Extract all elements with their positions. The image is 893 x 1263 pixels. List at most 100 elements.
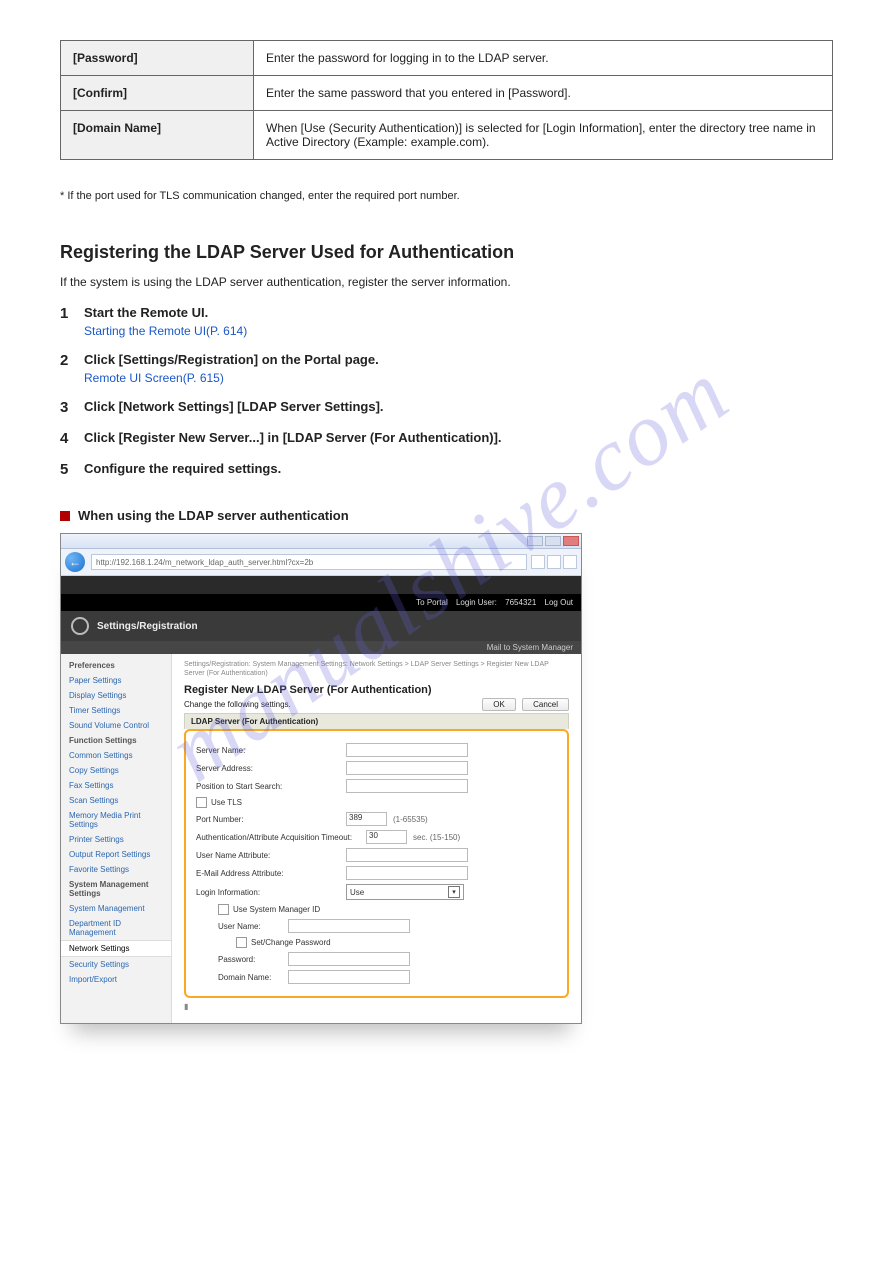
to-portal-link[interactable]: To Portal (416, 598, 448, 607)
browser-tabstrip (61, 576, 581, 594)
ok-button[interactable]: OK (482, 698, 516, 711)
browser-tools-icon[interactable] (563, 555, 577, 569)
sidebar-item[interactable]: Department ID Management (61, 916, 171, 940)
sidebar-item[interactable]: Timer Settings (61, 703, 171, 718)
subsection-heading: When using the LDAP server authenticatio… (60, 508, 833, 523)
use-tls-checkbox[interactable] (196, 797, 207, 808)
sidebar-item[interactable]: Printer Settings (61, 832, 171, 847)
step-number: 3 (60, 399, 84, 416)
sidebar-item[interactable]: Fax Settings (61, 778, 171, 793)
section-intro: If the system is using the LDAP server a… (60, 273, 833, 291)
step-sublink[interactable]: Remote UI Screen(P. 615) (84, 371, 833, 385)
browser-favorite-icon[interactable] (547, 555, 561, 569)
page-title: Register New LDAP Server (For Authentica… (184, 684, 569, 696)
use-sysmgr-checkbox[interactable] (218, 904, 229, 915)
start-search-input[interactable] (346, 779, 468, 793)
sidebar-item[interactable]: Display Settings (61, 688, 171, 703)
sidebar-heading: Preferences (61, 658, 171, 673)
sidebar-item[interactable]: Favorite Settings (61, 862, 171, 877)
step-number: 5 (60, 461, 84, 478)
domain-label: Domain Name: (218, 973, 288, 982)
step-text: Click [Settings/Registration] on the Por… (84, 352, 833, 385)
server-name-label: Server Name: (196, 746, 346, 755)
server-address-input[interactable] (346, 761, 468, 775)
start-search-label: Position to Start Search: (196, 782, 346, 791)
screenshot-browser-window: ← http://192.168.1.24/m_network_ldap_aut… (60, 533, 582, 1024)
step-text: Click [Register New Server...] in [LDAP … (84, 430, 833, 447)
server-address-label: Server Address: (196, 764, 346, 773)
login-info-label: Login Information: (196, 888, 346, 897)
def-key: [Password] (61, 41, 254, 76)
step-number: 4 (60, 430, 84, 447)
browser-back-icon[interactable]: ← (65, 552, 85, 572)
sidebar-item[interactable]: System Management (61, 901, 171, 916)
red-square-icon (60, 511, 70, 521)
step-text: Configure the required settings. (84, 461, 833, 478)
login-user-value: 7654321 (505, 598, 536, 607)
step: 5Configure the required settings. (60, 461, 833, 478)
mail-link[interactable]: Mail to System Manager (61, 641, 581, 654)
email-attr-input[interactable] (346, 866, 468, 880)
sidebar-item[interactable]: Memory Media Print Settings (61, 808, 171, 832)
window-titlebar (61, 534, 581, 549)
definition-table: [Password]Enter the password for logging… (60, 40, 833, 160)
def-value: Enter the password for logging in to the… (254, 41, 833, 76)
sidebar-item[interactable]: Scan Settings (61, 793, 171, 808)
sidebar-item[interactable]: Network Settings (61, 940, 171, 957)
password-input[interactable] (288, 952, 410, 966)
domain-input[interactable] (288, 970, 410, 984)
window-max-icon[interactable] (545, 536, 561, 546)
step: 2Click [Settings/Registration] on the Po… (60, 352, 833, 385)
sidebar-item[interactable]: Output Report Settings (61, 847, 171, 862)
address-bar[interactable]: http://192.168.1.24/m_network_ldap_auth_… (91, 554, 527, 570)
user-attr-label: User Name Attribute: (196, 851, 346, 860)
user-attr-input[interactable] (346, 848, 468, 862)
form-section-header: LDAP Server (For Authentication) (184, 713, 569, 729)
port-range-label: (1-65535) (393, 815, 428, 824)
sidebar-item[interactable]: Sound Volume Control (61, 718, 171, 733)
password-label: Password: (218, 955, 288, 964)
logout-link[interactable]: Log Out (545, 598, 573, 607)
panel-titlebar: Settings/Registration (61, 611, 581, 641)
step-text: Click [Network Settings] [LDAP Server Se… (84, 399, 833, 416)
def-key: [Confirm] (61, 76, 254, 111)
step-number: 1 (60, 305, 84, 338)
sidebar-heading: Function Settings (61, 733, 171, 748)
browser-home-icon[interactable] (531, 555, 545, 569)
set-password-checkbox[interactable] (236, 937, 247, 948)
port-input[interactable]: 389 (346, 812, 387, 826)
timeout-input[interactable]: 30 (366, 830, 407, 844)
timeout-unit-label: sec. (15-150) (413, 833, 460, 842)
login-user-label: Login User: (456, 598, 497, 607)
step-text: Start the Remote UI.Starting the Remote … (84, 305, 833, 338)
window-min-icon[interactable] (527, 536, 543, 546)
username-label: User Name: (218, 922, 288, 931)
sidebar-item[interactable]: Copy Settings (61, 763, 171, 778)
login-info-select[interactable]: Use▾ (346, 884, 464, 900)
step: 3Click [Network Settings] [LDAP Server S… (60, 399, 833, 416)
panel-title: Settings/Registration (97, 621, 198, 632)
set-password-label: Set/Change Password (251, 938, 331, 947)
section-heading: Registering the LDAP Server Used for Aut… (60, 242, 833, 263)
step: 4Click [Register New Server...] in [LDAP… (60, 430, 833, 447)
footnote: * If the port used for TLS communication… (60, 190, 833, 202)
sidebar-item[interactable]: Security Settings (61, 957, 171, 972)
def-key: [Domain Name] (61, 111, 254, 160)
gear-icon (71, 617, 89, 635)
sidebar-item[interactable]: Common Settings (61, 748, 171, 763)
step-sublink[interactable]: Starting the Remote UI(P. 614) (84, 324, 833, 338)
sidebar-heading: System Management Settings (61, 877, 171, 901)
footer-marker: ▮ (184, 1002, 569, 1011)
sidebar-item[interactable]: Import/Export (61, 972, 171, 987)
window-close-icon[interactable] (563, 536, 579, 546)
form-highlight-box: Server Name: Server Address: Position to… (184, 729, 569, 998)
server-name-input[interactable] (346, 743, 468, 757)
cancel-button[interactable]: Cancel (522, 698, 569, 711)
step-number: 2 (60, 352, 84, 385)
username-input[interactable] (288, 919, 410, 933)
port-label: Port Number: (196, 815, 346, 824)
def-value: Enter the same password that you entered… (254, 76, 833, 111)
use-tls-label: Use TLS (211, 798, 242, 807)
chevron-down-icon: ▾ (448, 886, 460, 898)
sidebar-item[interactable]: Paper Settings (61, 673, 171, 688)
